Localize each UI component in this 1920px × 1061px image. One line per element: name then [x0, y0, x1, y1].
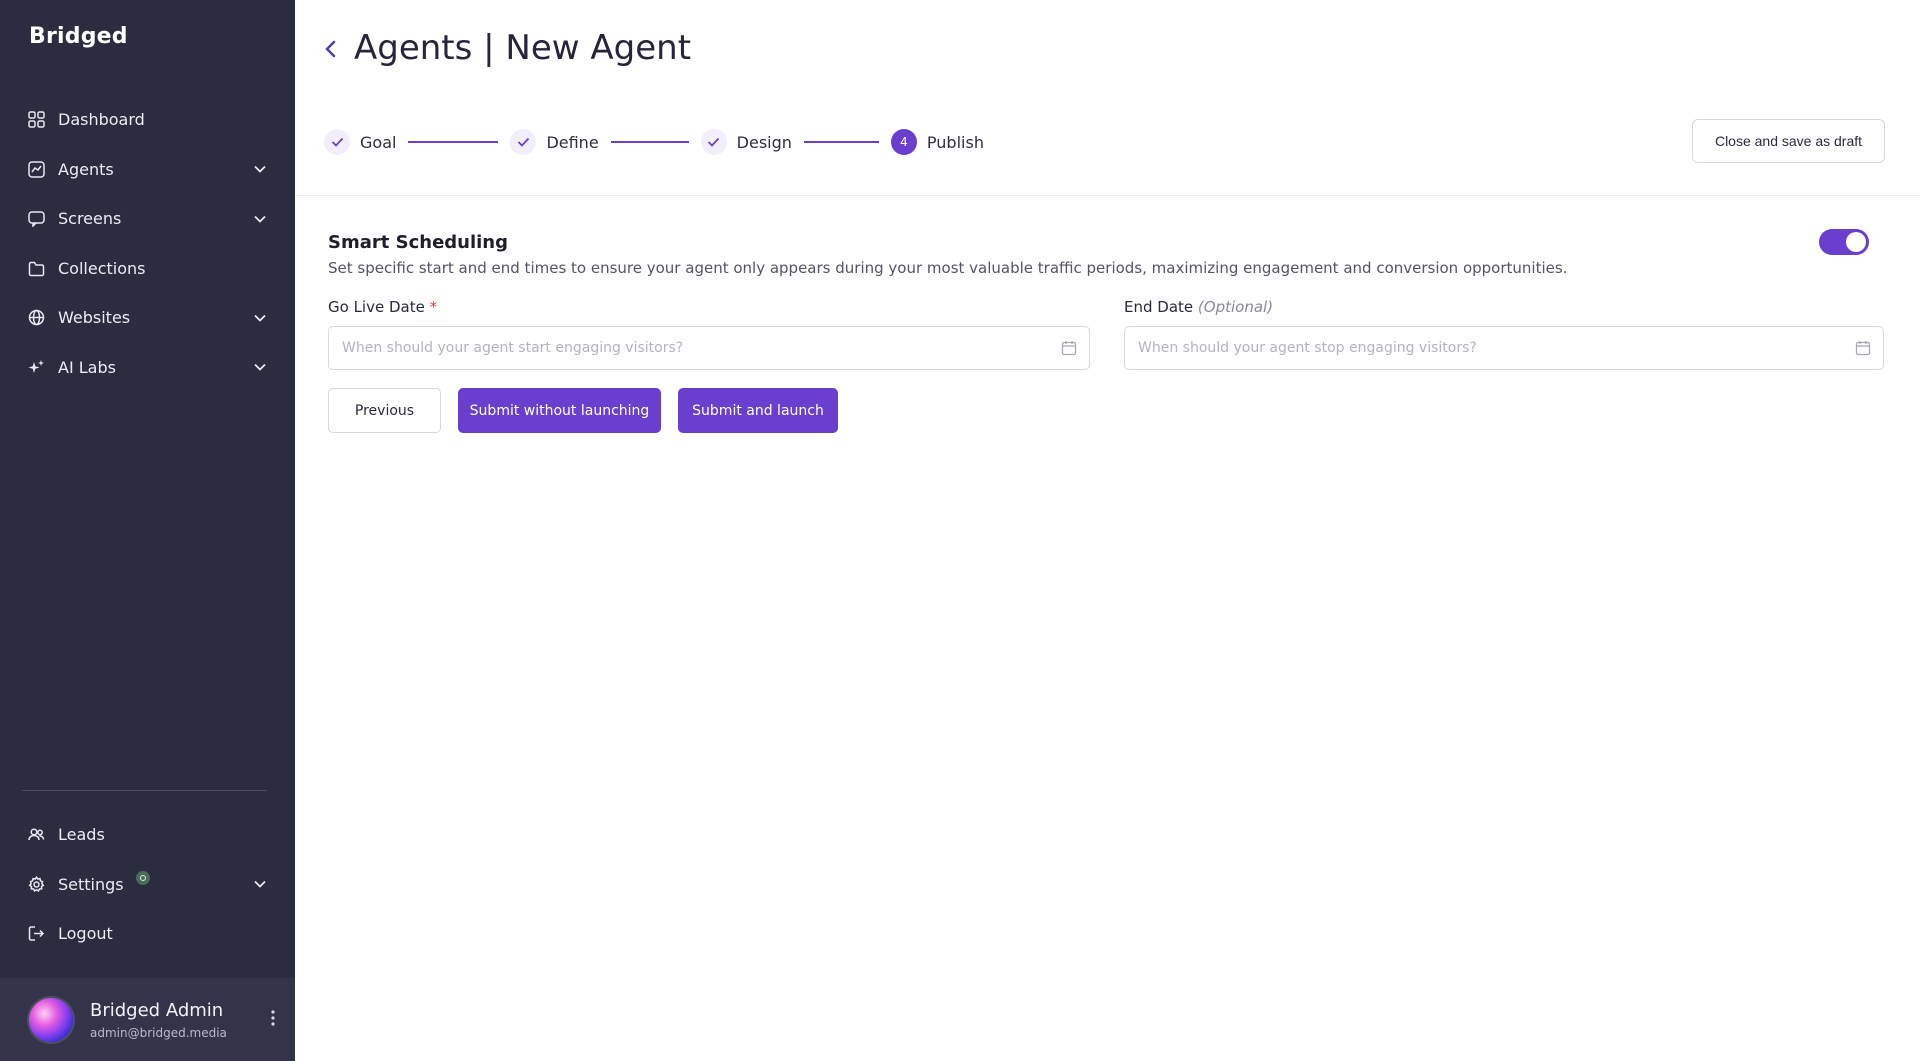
sidebar-item-screens[interactable]: Screens	[0, 194, 295, 244]
user-profile[interactable]: Bridged Admin admin@bridged.media	[0, 978, 295, 1061]
calendar-icon[interactable]	[1855, 340, 1871, 356]
end-date-label: End Date (Optional)	[1124, 298, 1273, 316]
sidebar-item-dashboard[interactable]: Dashboard	[0, 95, 295, 145]
field-label-text: End Date	[1124, 298, 1194, 316]
sidebar-bottom-nav: Leads Settings Logout	[0, 810, 295, 959]
sidebar: Bridged Dashboard Agents Screens Collect…	[0, 0, 295, 1061]
chart-icon	[27, 160, 45, 178]
section-title: Smart Scheduling	[328, 232, 509, 253]
users-icon	[27, 826, 45, 844]
step-label: Define	[546, 132, 599, 152]
check-icon	[510, 129, 537, 155]
main-content: Agents | New Agent Goal Define Design 4 …	[295, 0, 1920, 1061]
chevron-down-icon[interactable]	[251, 875, 269, 893]
sidebar-item-label: Dashboard	[58, 110, 145, 130]
sidebar-item-label: Collections	[58, 258, 146, 278]
sidebar-item-label: Leads	[58, 825, 105, 845]
step-connector	[408, 141, 499, 143]
step-design[interactable]: Design	[700, 129, 792, 155]
sidebar-item-label: Agents	[58, 159, 114, 179]
sidebar-item-ai-labs[interactable]: AI Labs	[0, 343, 295, 393]
chevron-down-icon[interactable]	[251, 309, 269, 327]
step-goal[interactable]: Goal	[324, 129, 396, 155]
header-divider	[295, 195, 1920, 196]
step-publish[interactable]: 4 Publish	[890, 129, 984, 155]
gear-icon	[27, 875, 45, 893]
step-define[interactable]: Define	[510, 129, 599, 155]
step-label: Goal	[360, 132, 397, 152]
chevron-down-icon[interactable]	[251, 210, 269, 228]
end-date-input[interactable]	[1124, 326, 1884, 370]
close-save-draft-button[interactable]: Close and save as draft	[1692, 119, 1885, 163]
check-icon	[324, 129, 350, 155]
page-title: Agents | New Agent	[354, 28, 692, 68]
calendar-icon[interactable]	[1061, 340, 1077, 356]
sidebar-divider	[22, 790, 267, 791]
step-number: 4	[890, 129, 917, 155]
sidebar-item-label: AI Labs	[58, 357, 116, 377]
sidebar-item-leads[interactable]: Leads	[0, 810, 295, 860]
go-live-date-input[interactable]	[328, 326, 1090, 370]
check-icon	[700, 129, 727, 155]
user-email: admin@bridged.media	[90, 1025, 227, 1040]
step-label: Design	[736, 132, 792, 152]
step-connector	[803, 141, 879, 143]
sidebar-item-label: Logout	[58, 924, 113, 944]
submit-and-launch-button[interactable]: Submit and launch	[678, 388, 838, 433]
globe-icon	[27, 309, 45, 327]
chevron-down-icon[interactable]	[251, 358, 269, 376]
previous-button[interactable]: Previous	[328, 388, 441, 433]
status-badge	[135, 871, 150, 886]
toggle-knob	[1846, 232, 1866, 252]
required-mark: *	[429, 298, 438, 316]
user-name: Bridged Admin	[90, 999, 224, 1021]
grid-icon	[27, 111, 45, 129]
brand-logo[interactable]: Bridged	[29, 24, 128, 49]
sidebar-item-agents[interactable]: Agents	[0, 145, 295, 195]
sidebar-item-label: Screens	[58, 209, 122, 229]
smart-scheduling-toggle[interactable]	[1819, 229, 1869, 255]
logout-icon	[27, 925, 45, 943]
sparkles-icon	[27, 358, 45, 376]
optional-mark: (Optional)	[1197, 298, 1274, 316]
submit-without-launching-button[interactable]: Submit without launching	[458, 388, 661, 433]
message-square-icon	[27, 210, 45, 228]
sidebar-item-collections[interactable]: Collections	[0, 244, 295, 294]
sidebar-item-logout[interactable]: Logout	[0, 909, 295, 959]
sidebar-item-label: Settings	[58, 874, 124, 894]
sidebar-item-label: Websites	[58, 308, 131, 328]
more-vertical-icon[interactable]	[271, 1010, 275, 1030]
field-label-text: Go Live Date	[328, 298, 425, 316]
sidebar-item-settings[interactable]: Settings	[0, 860, 295, 910]
avatar[interactable]	[29, 997, 73, 1042]
step-label: Publish	[926, 132, 984, 152]
go-live-date-label: Go Live Date *	[328, 298, 437, 316]
stepper: Goal Define Design 4 Publish	[324, 128, 984, 156]
sidebar-nav: Dashboard Agents Screens Collections Web…	[0, 95, 295, 392]
sidebar-item-websites[interactable]: Websites	[0, 293, 295, 343]
back-arrow-icon[interactable]	[324, 38, 342, 62]
chevron-down-icon[interactable]	[251, 160, 269, 178]
step-connector	[610, 141, 689, 143]
folder-icon	[27, 259, 45, 277]
section-description: Set specific start and end times to ensu…	[328, 259, 1568, 277]
